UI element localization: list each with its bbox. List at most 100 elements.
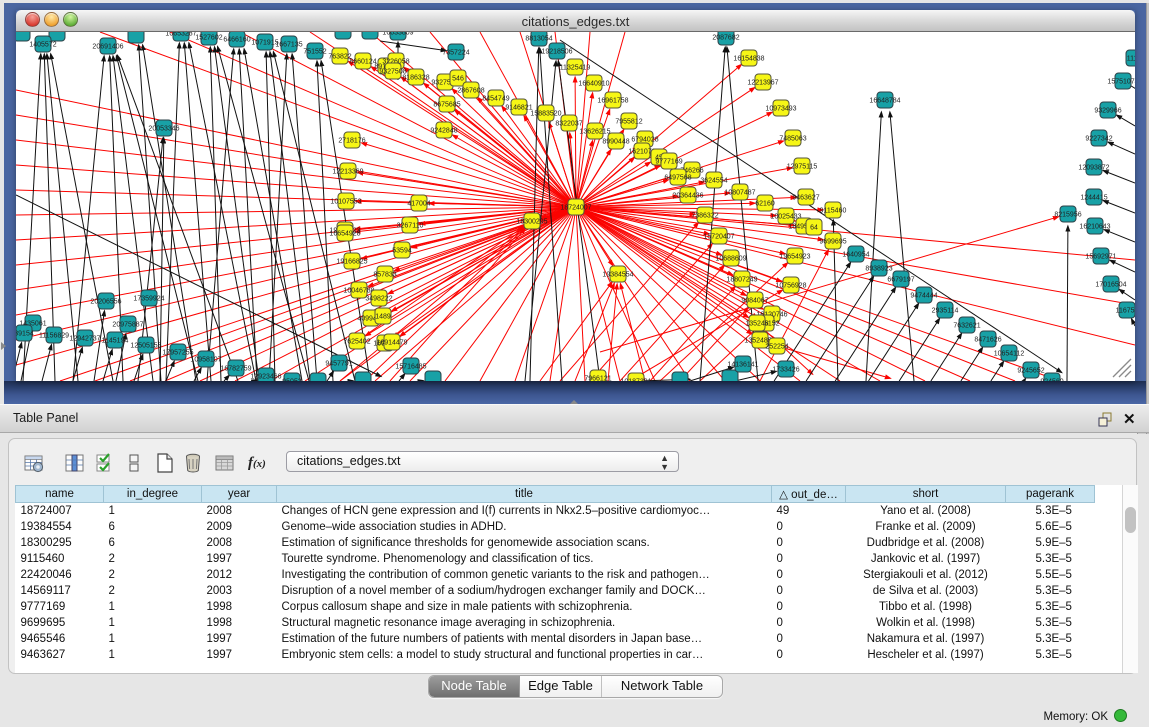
svg-text:546: 546: [452, 76, 464, 83]
svg-text:16648784: 16648784: [869, 98, 900, 105]
svg-text:751552: 751552: [303, 49, 326, 56]
svg-text:9777169: 9777169: [655, 159, 682, 166]
svg-text:6466160: 6466160: [223, 37, 250, 44]
svg-text:8471626: 8471626: [974, 337, 1001, 344]
svg-text:19166825: 19166825: [336, 259, 367, 266]
svg-text:17016504: 17016504: [1095, 282, 1126, 289]
svg-text:8813054: 8813054: [525, 36, 552, 43]
svg-text:3498222: 3498222: [365, 296, 392, 303]
svg-text:7386322: 7386322: [691, 213, 718, 220]
svg-text:95052: 95052: [282, 379, 302, 382]
svg-text:1640954: 1640954: [842, 252, 869, 259]
svg-text:10187381: 10187381: [620, 379, 651, 382]
svg-text:857833: 857833: [373, 272, 396, 279]
svg-text:2867608: 2867608: [457, 88, 484, 95]
svg-text:18724007: 18724007: [560, 205, 591, 212]
svg-text:9463627: 9463627: [792, 195, 819, 202]
svg-text:1405572: 1405572: [29, 42, 56, 49]
svg-text:15692971: 15692971: [1085, 254, 1116, 261]
svg-text:9329966: 9329966: [1094, 108, 1121, 115]
svg-text:10046788: 10046788: [343, 288, 374, 295]
svg-text:3624554: 3624554: [700, 178, 727, 185]
svg-text:12975115: 12975115: [787, 164, 818, 171]
svg-text:20206556: 20206556: [90, 299, 121, 306]
svg-text:9457791: 9457791: [325, 361, 352, 368]
svg-text:10756928: 10756928: [775, 283, 806, 290]
svg-text:8660124: 8660124: [349, 59, 376, 66]
svg-text:12505155: 12505155: [130, 343, 161, 350]
svg-text:16914479: 16914479: [376, 340, 407, 347]
svg-text:3267110: 3267110: [397, 223, 424, 230]
svg-text:19654923: 19654923: [779, 254, 810, 261]
svg-text:10653287: 10653287: [165, 32, 196, 38]
svg-text:39154: 39154: [16, 331, 34, 338]
svg-text:19218506: 19218506: [541, 49, 572, 56]
svg-text:16210643: 16210643: [1079, 224, 1110, 231]
svg-text:9242848: 9242848: [430, 128, 457, 135]
svg-text:6679197: 6679197: [887, 277, 914, 284]
svg-text:16033809: 16033809: [382, 32, 413, 37]
svg-text:16640910: 16640910: [578, 81, 609, 88]
svg-text:9245652: 9245652: [1017, 368, 1044, 375]
svg-text:8186328: 8186328: [402, 75, 429, 82]
svg-text:20691406: 20691406: [92, 44, 123, 51]
svg-text:20053346: 20053346: [148, 126, 179, 133]
svg-text:252254: 252254: [765, 344, 788, 351]
svg-text:10973493: 10973493: [765, 106, 796, 113]
svg-text:9699695: 9699695: [819, 239, 846, 246]
svg-text:1117: 1117: [1127, 56, 1135, 63]
svg-text:20364436: 20364436: [672, 193, 703, 200]
svg-text:7625402: 7625402: [343, 339, 370, 346]
svg-text:8215956: 8215956: [1054, 212, 1081, 219]
svg-text:14136141: 14136141: [727, 362, 758, 369]
svg-text:6497568: 6497568: [664, 175, 691, 182]
svg-text:8322037: 8322037: [555, 121, 582, 128]
svg-text:12923466: 12923466: [250, 374, 281, 381]
svg-text:10688609: 10688609: [715, 256, 746, 263]
svg-text:7966121: 7966121: [584, 376, 611, 382]
svg-text:10654112: 10654112: [994, 351, 1025, 358]
svg-text:10958107: 10958107: [190, 357, 221, 364]
svg-text:8454749: 8454749: [482, 96, 509, 103]
svg-text:17957255: 17957255: [162, 350, 193, 357]
svg-text:10107553: 10107553: [330, 199, 361, 206]
svg-text:7357224: 7357224: [442, 50, 469, 57]
svg-text:15883520: 15883520: [530, 111, 561, 118]
svg-text:116753: 116753: [1116, 308, 1135, 315]
svg-text:1733426: 1733426: [772, 367, 799, 374]
svg-text:15720407: 15720407: [703, 234, 734, 241]
svg-text:1244415: 1244415: [1080, 195, 1107, 202]
svg-text:1145194: 1145194: [102, 338, 129, 345]
svg-text:11156829: 11156829: [39, 333, 69, 340]
svg-text:7955812: 7955812: [615, 119, 642, 126]
svg-text:18300295: 18300295: [516, 219, 547, 226]
svg-text:53594: 53594: [392, 248, 412, 255]
svg-text:12093872: 12093872: [1078, 165, 1109, 172]
svg-text:16961758: 16961758: [597, 98, 628, 105]
svg-text:18807249: 18807249: [726, 277, 757, 284]
svg-text:2935114: 2935114: [932, 308, 959, 315]
svg-text:16654928: 16654928: [329, 231, 360, 238]
svg-text:9115460: 9115460: [820, 208, 847, 215]
svg-text:2718176: 2718176: [338, 138, 365, 145]
svg-text:8938923: 8938923: [865, 266, 892, 273]
svg-text:62160: 62160: [755, 201, 775, 208]
svg-text:15716485: 15716485: [395, 364, 426, 371]
svg-text:64: 64: [810, 225, 818, 232]
svg-text:6794028: 6794028: [631, 137, 658, 144]
svg-text:1667135: 1667135: [275, 42, 302, 49]
svg-text:12213369: 12213369: [332, 169, 363, 176]
svg-text:17359924: 17359924: [133, 296, 164, 303]
svg-text:7485063: 7485063: [779, 136, 806, 143]
svg-text:9227342: 9227342: [1085, 136, 1112, 143]
svg-text:9084067: 9084067: [741, 298, 768, 305]
svg-text:13626215: 13626215: [579, 129, 610, 136]
svg-text:7632621: 7632621: [953, 323, 980, 330]
svg-text:9474444: 9474444: [910, 293, 937, 300]
svg-text:763822: 763822: [328, 54, 351, 61]
svg-text:8675685: 8675685: [433, 102, 460, 109]
svg-text:417004: 417004: [407, 201, 430, 208]
svg-text:924560: 924560: [1040, 379, 1063, 382]
svg-text:15751074: 15751074: [1107, 79, 1135, 86]
svg-text:8990448: 8990448: [602, 139, 629, 146]
